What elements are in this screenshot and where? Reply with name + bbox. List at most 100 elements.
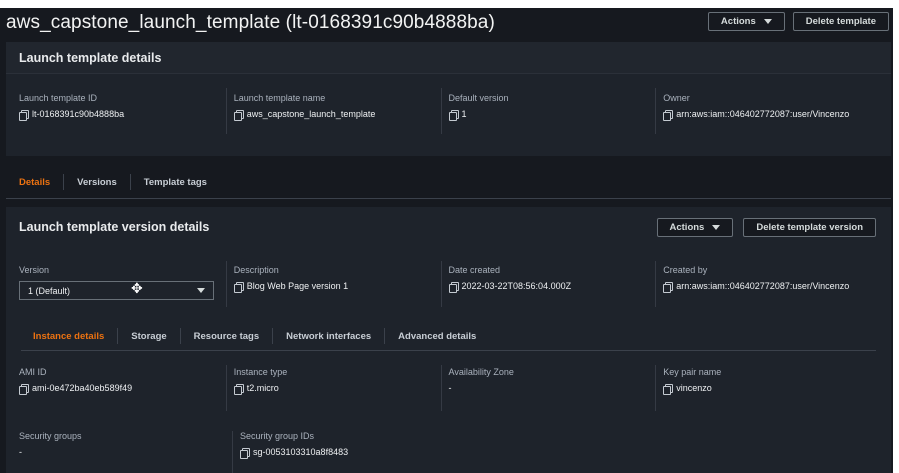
field-label: Owner [663,93,690,103]
copy-icon[interactable] [233,109,244,121]
template-tabs: Details Versions Template tags [6,166,891,199]
field-label: Launch template ID [19,93,98,103]
actions-button-label: Actions [720,16,756,27]
field-label: Security groups [19,431,82,441]
field-label: Security group IDs [240,431,315,441]
delete-template-version-button[interactable]: Delete template version [743,218,876,237]
field-value-text: 2022-03-22T08:56:04.000Z [461,281,572,291]
copy-icon[interactable] [448,281,459,293]
launch-template-details-panel: Launch template details Launch template … [6,42,891,156]
field-launch-template-name: Launch template name aws_capstone_launch… [225,74,449,134]
version-select-value: 1 (Default) [28,285,71,296]
field-label: Default version [448,93,509,103]
copy-icon[interactable] [19,383,29,395]
version-actions: Actions Delete template version [656,218,876,237]
field-value-text: - [448,383,452,393]
copy-icon[interactable] [233,281,244,293]
field-value-text: - [19,447,22,457]
panel-header: Launch template details [6,42,891,74]
instance-tabs: Instance details Storage Resource tags N… [21,322,876,351]
tab-network-interfaces[interactable]: Network interfaces [272,328,384,344]
field-value-text: arn:aws:iam::046402772087:user/Vincenzo [676,281,850,291]
field-value: - [19,447,240,457]
header-actions: Actions Delete template [707,12,889,31]
copy-icon[interactable] [663,109,674,121]
tab-details[interactable]: Details [19,174,63,190]
field-value-text: ami-0e472ba40eb589f49 [32,383,133,393]
field-value-text: 1 [461,109,467,119]
field-description: Description Blog Web Page version 1 [225,247,449,307]
field-availability-zone: Availability Zone - [440,351,664,417]
caret-down-icon [712,225,721,230]
field-value: 1 [448,109,664,121]
field-created-by: Created by arn:aws:iam::046402772087:use… [655,247,878,307]
field-label: Date created [448,265,501,275]
field-key-pair-name: Key pair name vincenzo [655,351,878,417]
field-value-text: Blog Web Page version 1 [246,281,349,291]
field-value: ami-0e472ba40eb589f49 [19,383,234,395]
tab-resource-tags[interactable]: Resource tags [179,328,272,344]
field-ami-id: AMI ID ami-0e472ba40eb589f49 [19,351,234,417]
launch-template-page: aws_capstone_launch_template (lt-0168391… [0,8,893,473]
field-version: Version 1 (Default) ✥ [19,247,234,300]
field-default-version: Default version 1 [440,74,664,134]
field-label: Created by [663,265,708,275]
field-label: Instance type [233,367,288,377]
field-value: lt-0168391c90b4888ba [19,109,234,121]
field-launch-template-id: Launch template ID lt-0168391c90b4888ba [19,74,234,121]
tab-versions[interactable]: Versions [63,174,130,190]
field-value: arn:aws:iam::046402772087:user/Vincenzo [663,109,878,121]
actions-button-label: Actions [669,222,705,233]
copy-icon[interactable] [240,447,250,459]
field-value-text: arn:aws:iam::046402772087:user/Vincenzo [676,109,850,119]
actions-button[interactable]: Actions [707,12,785,31]
copy-icon[interactable] [448,109,459,121]
caret-down-icon [763,19,772,24]
version-select[interactable]: 1 (Default) [19,281,214,300]
instance-details-grid-2: Security groups - Security group IDs sg-… [6,417,891,473]
panel-title: Launch template details [19,50,162,65]
panel-title: Launch template version details [19,220,210,234]
copy-icon[interactable] [663,281,674,293]
field-value-text: aws_capstone_launch_template [246,109,376,119]
page-title: aws_capstone_launch_template (lt-0168391… [6,12,495,33]
instance-details-grid: AMI ID ami-0e472ba40eb589f49 Instance ty… [6,351,891,417]
field-value: aws_capstone_launch_template [233,109,449,121]
mouse-cursor-icon: ✥ [131,280,143,296]
field-owner: Owner arn:aws:iam::046402772087:user/Vin… [655,74,878,134]
field-value: arn:aws:iam::046402772087:user/Vincenzo [663,281,878,293]
field-label: Version [19,265,50,275]
field-security-group-ids: Security group IDs sg-0053103310a8f8483 [232,417,461,473]
caret-down-icon [197,288,205,293]
field-label: Key pair name [663,367,722,377]
tab-template-tags[interactable]: Template tags [129,174,220,190]
field-label: AMI ID [19,367,47,377]
field-label: Description [233,265,279,275]
field-value-text: lt-0168391c90b4888ba [32,109,125,119]
copy-icon[interactable] [233,383,244,395]
delete-template-button[interactable]: Delete template [792,12,889,31]
copy-icon[interactable] [19,109,29,121]
field-date-created: Date created 2022-03-22T08:56:04.000Z [440,247,664,307]
field-label: Availability Zone [448,367,514,377]
field-value-text: vincenzo [676,383,712,393]
field-value: vincenzo [663,383,878,395]
field-value: Blog Web Page version 1 [233,281,449,293]
tab-instance-details[interactable]: Instance details [33,328,117,344]
version-details-panel: Launch template version details Actions … [6,207,891,473]
version-details-grid: Version 1 (Default) ✥ Description Blog W… [6,247,891,307]
field-instance-type: Instance type t2.micro [225,351,449,417]
copy-icon[interactable] [663,383,674,395]
field-value-text: sg-0053103310a8f8483 [253,447,349,457]
field-value: 2022-03-22T08:56:04.000Z [448,281,664,293]
tab-advanced-details[interactable]: Advanced details [384,328,489,344]
version-actions-button[interactable]: Actions [656,218,734,237]
template-details-grid: Launch template ID lt-0168391c90b4888ba … [6,74,891,134]
field-value: t2.micro [233,383,449,395]
field-value-text: t2.micro [246,383,279,393]
field-label: Launch template name [233,93,326,103]
field-security-groups: Security groups - [19,417,240,457]
field-value: - [449,383,664,393]
tab-storage[interactable]: Storage [117,328,179,344]
field-value: sg-0053103310a8f8483 [240,447,461,459]
